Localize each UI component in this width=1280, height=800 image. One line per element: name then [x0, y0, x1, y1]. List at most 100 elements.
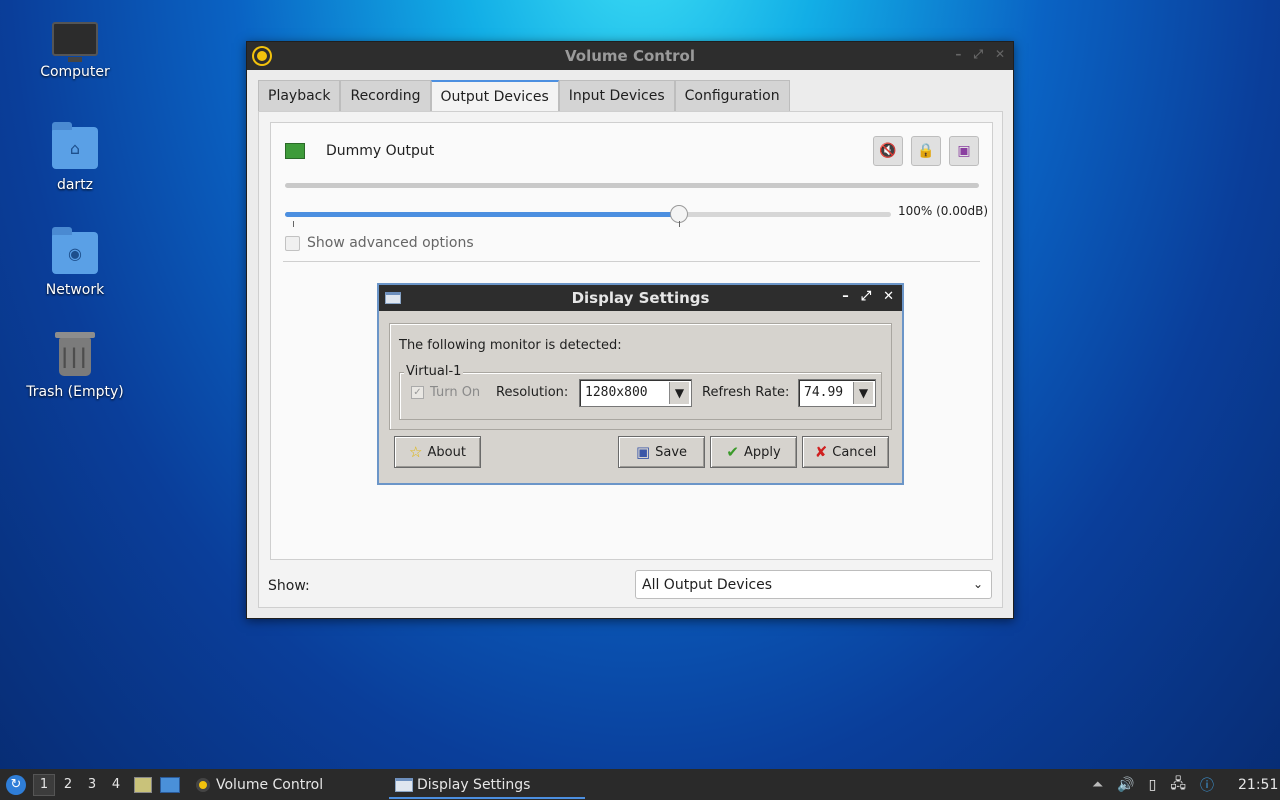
desktop-icon-label: Trash (Empty): [26, 384, 124, 400]
desktop-icon-label: Computer: [40, 64, 110, 80]
system-tray: ⏶ 🔊 ▯ 🖧 ⓘ: [1092, 769, 1214, 800]
show-devices-select[interactable]: All Output Devices ⌄: [635, 570, 992, 599]
dialog-title: Display Settings: [571, 289, 710, 307]
trash-icon: [55, 332, 95, 376]
show-devices-value: All Output Devices: [642, 577, 773, 593]
checkmark-icon: ✔: [726, 443, 739, 461]
refresh-rate-select[interactable]: 74.99 ▼: [798, 379, 876, 407]
detected-text: The following monitor is detected:: [399, 338, 622, 353]
dropdown-arrow-icon: ▼: [853, 382, 873, 404]
volume-slider[interactable]: [285, 205, 891, 223]
resolution-select[interactable]: 1280x800 ▼: [579, 379, 692, 407]
network-folder-icon: ◉: [52, 227, 98, 274]
save-label: Save: [655, 444, 688, 460]
turn-on-label: Turn On: [430, 385, 481, 400]
lock-channels-button[interactable]: 🔒: [911, 136, 941, 166]
advanced-options-label: Show advanced options: [307, 235, 474, 251]
maximize-icon[interactable]: ⤢: [861, 289, 871, 304]
workspace-1[interactable]: 1: [33, 773, 55, 796]
refresh-rate-value: 74.99: [804, 385, 844, 400]
workspace-3[interactable]: 3: [81, 774, 103, 796]
workspace-2[interactable]: 2: [57, 774, 79, 796]
maximize-icon[interactable]: ⤢: [973, 47, 983, 62]
quicklaunch: [134, 769, 180, 800]
clipboard-icon[interactable]: ▯: [1149, 777, 1157, 793]
start-menu-button[interactable]: ↻: [6, 769, 26, 800]
tab-configuration[interactable]: Configuration: [674, 80, 790, 111]
close-icon[interactable]: ✕: [995, 47, 1005, 62]
monitor-name: Virtual-1: [404, 364, 464, 379]
dialog-titlebar[interactable]: Display Settings – ⤢ ✕: [379, 285, 902, 311]
volume-app-icon: [196, 777, 210, 792]
separator: [283, 261, 980, 262]
task-volume-control[interactable]: Volume Control: [196, 769, 323, 800]
file-manager-icon[interactable]: [134, 776, 152, 793]
display-settings-dialog: Display Settings – ⤢ ✕ The following mon…: [377, 283, 904, 485]
mute-icon: 🔇: [879, 143, 897, 159]
tab-bar: Playback Recording Output Devices Input …: [258, 80, 790, 112]
volume-label: 100% (0.00dB): [898, 204, 989, 218]
about-label: About: [427, 444, 466, 460]
resolution-label: Resolution:: [496, 385, 569, 400]
star-icon: ☆: [409, 443, 423, 461]
update-notifier-icon[interactable]: ⓘ: [1200, 775, 1214, 795]
slider-tick: [293, 221, 294, 227]
apply-label: Apply: [743, 444, 781, 460]
save-button[interactable]: ▣ Save: [618, 436, 705, 468]
advanced-options-checkbox[interactable]: Show advanced options: [285, 235, 474, 251]
desktop-icon-trash[interactable]: Trash (Empty): [20, 332, 130, 400]
volume-tray-icon[interactable]: 🔊: [1117, 777, 1134, 793]
monitor-panel: The following monitor is detected: Virtu…: [389, 323, 892, 430]
checkbox-box[interactable]: [285, 235, 300, 251]
cancel-button[interactable]: ✘ Cancel: [802, 436, 889, 468]
level-meter: [285, 183, 979, 188]
show-desktop-icon[interactable]: [160, 776, 180, 793]
volume-app-icon: [254, 48, 270, 64]
cancel-label: Cancel: [832, 444, 877, 460]
desktop-icon-home[interactable]: ⌂ dartz: [20, 122, 130, 193]
window-icon: [385, 292, 401, 304]
dropdown-arrow-icon: ▼: [669, 382, 689, 404]
tab-recording[interactable]: Recording: [340, 80, 431, 111]
window-icon: [395, 777, 413, 792]
lock-icon: 🔒: [917, 143, 935, 159]
taskbar: ↻ 1 2 3 4 Volume Control Display Setting…: [0, 769, 1280, 800]
resolution-value: 1280x800: [585, 385, 648, 400]
desktop-icon-network[interactable]: ◉ Network: [20, 227, 130, 298]
desktop-icon-label: dartz: [56, 177, 94, 193]
desktop-icon-computer[interactable]: Computer: [20, 18, 130, 80]
close-icon[interactable]: ✕: [883, 289, 894, 304]
tray-expand-icon[interactable]: ⏶: [1092, 777, 1103, 793]
tab-input-devices[interactable]: Input Devices: [558, 80, 675, 111]
monitor-group: Virtual-1 ✓ Turn On Resolution: 1280x800…: [399, 364, 882, 420]
home-folder-icon: ⌂: [52, 122, 98, 169]
cancel-x-icon: ✘: [814, 443, 828, 461]
mute-button[interactable]: 🔇: [873, 136, 903, 166]
turn-on-checkbox[interactable]: ✓ Turn On: [411, 385, 480, 400]
about-button[interactable]: ☆ About: [394, 436, 481, 468]
slider-tick: [679, 221, 680, 227]
workspace-switcher: 1 2 3 4: [33, 769, 127, 800]
task-display-settings[interactable]: Display Settings: [395, 769, 530, 800]
window-title: Volume Control: [565, 47, 695, 65]
device-name: Dummy Output: [326, 143, 435, 159]
clock[interactable]: 21:51: [1238, 769, 1278, 800]
computer-icon: [52, 22, 98, 62]
sound-card-icon: [285, 143, 305, 159]
default-device-icon: ▣: [957, 143, 971, 159]
set-default-button[interactable]: ▣: [949, 136, 979, 166]
check-icon: ✓: [411, 386, 424, 399]
refresh-rate-label: Refresh Rate:: [702, 385, 790, 400]
tab-output-devices[interactable]: Output Devices: [430, 80, 559, 112]
network-tray-icon[interactable]: 🖧: [1170, 773, 1186, 797]
apply-button[interactable]: ✔ Apply: [710, 436, 797, 468]
tab-playback[interactable]: Playback: [258, 80, 341, 111]
volume-slider-fill: [285, 212, 679, 217]
task-label: Volume Control: [216, 776, 324, 793]
chevron-down-icon: ⌄: [972, 577, 983, 591]
minimize-icon[interactable]: –: [842, 289, 849, 304]
minimize-icon[interactable]: –: [955, 47, 961, 62]
workspace-4[interactable]: 4: [105, 774, 127, 796]
lxqt-menu-icon: ↻: [6, 774, 26, 795]
window-titlebar[interactable]: Volume Control – ⤢ ✕: [247, 42, 1013, 70]
